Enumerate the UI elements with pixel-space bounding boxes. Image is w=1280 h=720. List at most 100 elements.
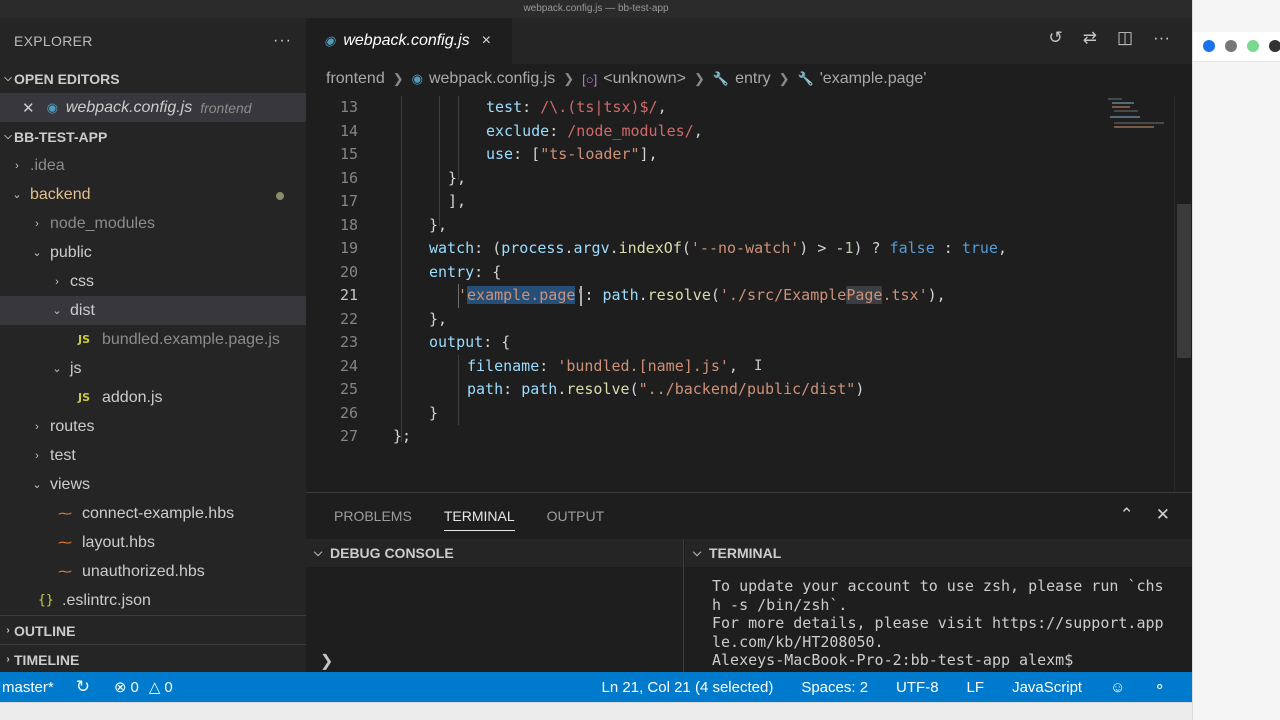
extension-icon[interactable] [1269,40,1280,52]
editor-actions: ↺ ⇄ ◫ ··· [1048,28,1170,48]
chevron-down-icon: ⌵ [313,546,323,559]
outline-section[interactable]: › OUTLINE [0,616,306,645]
tree-item-label: dist [70,301,95,319]
tree-item[interactable]: ⌄ dist [0,296,306,325]
open-editors-section[interactable]: ⌵ OPEN EDITORS [0,64,306,93]
hbs-file-icon: ⁓ [58,534,72,550]
status-bar: master* ↻ ⊗ 0 △ 0 Ln 21, Col 21 (4 selec… [0,672,1192,702]
extension-icon[interactable] [1203,40,1215,52]
code-line: 19 watch: (process.argv.indexOf('--no-wat… [339,239,1007,257]
outline-label: OUTLINE [14,622,76,639]
debug-console-pane: ⌵ DEBUG CONSOLE ❯ [306,539,684,673]
panel-actions: ⌃ ✕ [1120,505,1171,525]
maximize-panel-icon[interactable]: ⌃ [1120,505,1134,525]
tree-item[interactable]: › css [0,267,306,296]
debug-console-header[interactable]: ⌵ DEBUG CONSOLE [306,539,683,567]
wrench-icon: 🔧 [712,71,730,86]
vscode-window: webpack.config.js — bb-test-app EXPLORER… [0,0,1192,702]
chevron-right-icon: ❯ [693,71,705,86]
breadcrumb-item[interactable]: entry [735,70,771,88]
sync-icon[interactable]: ↻ [76,677,90,697]
minimap[interactable] [1106,96,1176,156]
terminal-header[interactable]: ⌵ TERMINAL [685,539,1192,567]
breadcrumb-item[interactable]: <unknown> [603,70,686,88]
tree-item[interactable]: JS addon.js [0,383,306,412]
tab-webpack-config[interactable]: ◉ webpack.config.js × [306,18,512,64]
hbs-file-icon: ⁓ [58,505,72,521]
language-mode[interactable]: JavaScript [1012,679,1082,696]
vertical-scrollbar[interactable] [1174,96,1192,492]
tree-item-label: layout.hbs [82,533,155,551]
tree-item[interactable]: › node_modules [0,209,306,238]
tree-item-label: bundled.example.page.js [102,330,280,348]
code-line: 13 test: /\.(ts|tsx)$/, [339,98,667,116]
open-editors-label: OPEN EDITORS [14,70,120,87]
chevron-right-icon: › [15,159,19,172]
code-line: 23 output: { [339,333,511,351]
breadcrumb-item[interactable]: 'example.page' [820,70,927,88]
tree-item[interactable]: ⌄ public [0,238,306,267]
feedback-icon[interactable]: ☺ [1110,679,1125,696]
chevron-down-icon: ⌄ [52,363,62,375]
tab-problems[interactable]: PROBLEMS [334,493,412,539]
tree-item[interactable]: ⁓ connect-example.hbs [0,499,306,528]
bottom-panel: PROBLEMS TERMINAL OUTPUT ⌃ ✕ ⌵ DEBUG CON… [306,492,1192,673]
code-line: 20 entry: { [339,262,502,281]
file-tree: › .idea ⌄ backend › node_modules ⌄ public › css ⌄ d… [0,151,306,615]
terminal-pane[interactable]: ⌵ TERMINAL To update your account to use… [685,539,1192,673]
scrollbar-thumb[interactable] [1177,204,1191,358]
tab-terminal[interactable]: TERMINAL [443,493,515,539]
breadcrumb-item[interactable]: frontend [326,70,385,88]
code-line: 14 exclude: /node_modules/, [339,121,703,140]
problems-status[interactable]: ⊗ 0 △ 0 [114,678,173,697]
tree-item[interactable]: › test [0,441,306,470]
project-section[interactable]: ⌵ BB-TEST-APP [0,122,306,151]
open-editor-item[interactable]: ✕ ◉ webpack.config.js frontend [0,93,306,122]
line-ending[interactable]: LF [967,679,985,696]
tab-output[interactable]: OUTPUT [547,493,605,539]
tree-item[interactable]: {} .eslintrc.json [0,586,306,615]
history-icon[interactable]: ↺ [1048,28,1062,48]
status-right: Ln 21, Col 21 (4 selected) Spaces: 2 UTF… [580,672,1172,702]
tree-item[interactable]: ⁓ layout.hbs [0,528,306,557]
modified-indicator [276,192,284,200]
extension-icon[interactable] [1225,40,1237,52]
tree-item[interactable]: ⌄ js [0,354,306,383]
extension-icon[interactable] [1247,40,1259,52]
tree-item[interactable]: ⌄ views [0,470,306,499]
branch-status[interactable]: master* [2,679,54,696]
compare-icon[interactable]: ⇄ [1083,28,1097,48]
indentation[interactable]: Spaces: 2 [801,679,868,696]
tree-item[interactable]: ⁓ unauthorized.hbs [0,557,306,586]
webpack-file-icon: ◉ [324,33,336,48]
chevron-right-icon: › [6,625,10,636]
background-browser-window [1192,0,1280,720]
tab-label: webpack.config.js [343,32,470,49]
split-editor-icon[interactable]: ◫ [1117,28,1133,48]
close-panel-icon[interactable]: ✕ [1156,505,1170,525]
js-file-icon: JS [78,333,91,346]
bell-icon[interactable]: ⚬ [1153,678,1166,696]
tree-item[interactable]: › routes [0,412,306,441]
tree-item-label: css [70,272,94,290]
terminal-output[interactable]: To update your account to use zsh, pleas… [712,577,1182,670]
breadcrumb-item[interactable]: webpack.config.js [429,70,555,88]
tree-item[interactable]: › .idea [0,151,306,180]
panel-tabs: PROBLEMS TERMINAL OUTPUT [306,493,1192,539]
cursor-position[interactable]: Ln 21, Col 21 (4 selected) [602,679,774,696]
timeline-section-wrap: › TIMELINE [0,644,306,674]
close-icon[interactable]: × [482,32,491,50]
encoding[interactable]: UTF-8 [896,679,939,696]
tree-item[interactable]: ⌄ backend [0,180,306,209]
window-title: webpack.config.js — bb-test-app [0,0,1192,18]
chevron-down-icon: ⌵ [4,73,12,84]
timeline-section[interactable]: › TIMELINE [0,645,306,674]
tree-item-label: connect-example.hbs [82,504,235,522]
close-icon[interactable]: ✕ [22,99,35,117]
tree-item[interactable]: JS bundled.example.page.js [0,325,306,354]
editor-tab-bar: ◉ webpack.config.js × ↺ ⇄ ◫ ··· [306,18,1192,64]
tree-item-label: views [50,475,91,493]
more-icon[interactable]: ··· [273,32,292,50]
code-editor[interactable]: 13 test: /\.(ts|tsx)$/, 14 exclude: /node_… [306,96,1174,492]
more-icon[interactable]: ··· [1153,28,1170,48]
